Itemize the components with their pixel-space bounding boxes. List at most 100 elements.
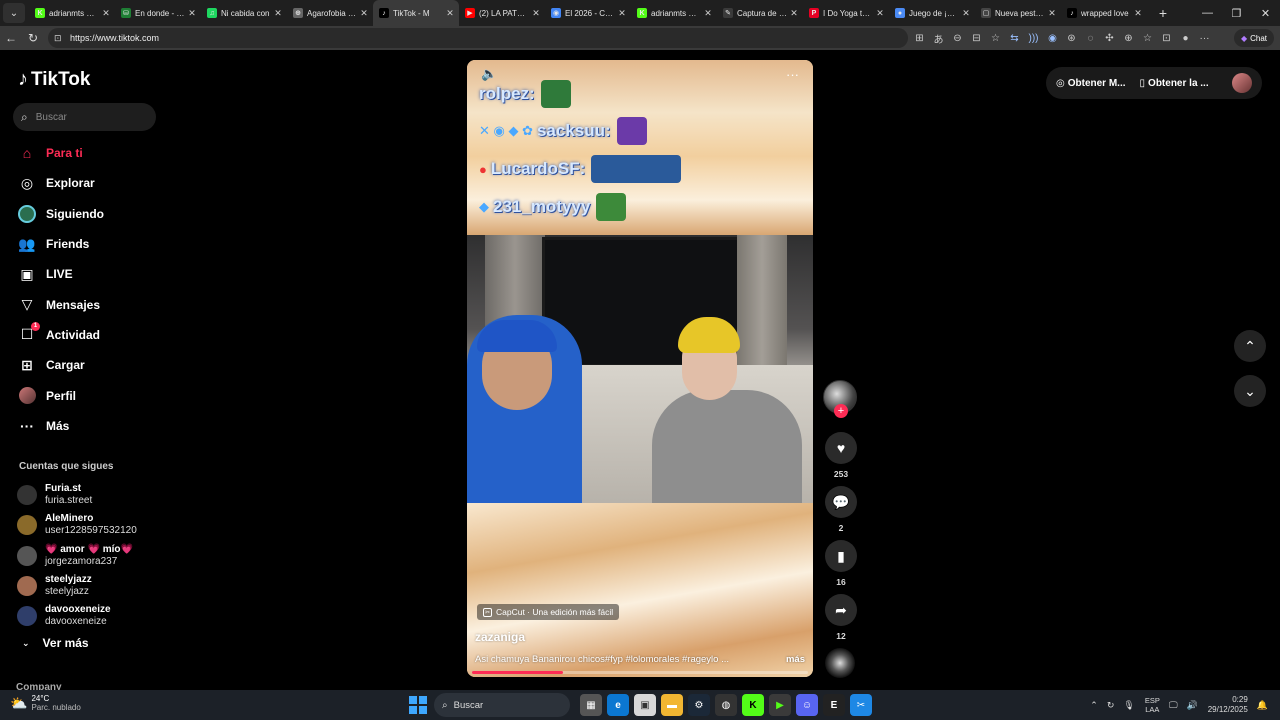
maximize-button[interactable]: ❐ xyxy=(1222,0,1251,26)
translate-icon[interactable]: あ xyxy=(929,31,948,46)
browser-tab[interactable]: Kadrianmts Stre ✕ xyxy=(631,0,717,26)
browser-tab[interactable]: ♪ TikTok - M ✕ xyxy=(373,0,459,26)
save-action[interactable]: ▮ 16 xyxy=(825,540,857,587)
get-app-button[interactable]: ▯ Obtener la ... xyxy=(1140,78,1209,89)
nav-item-home[interactable]: ⌂ Para ti xyxy=(18,138,168,168)
tab-close-icon[interactable]: ✕ xyxy=(101,8,111,19)
network-icon[interactable]: 🖵 xyxy=(1169,700,1178,711)
steam-icon[interactable]: ⚙ xyxy=(688,694,710,716)
share-action[interactable]: ➦ 12 xyxy=(825,594,857,641)
browser-tab[interactable]: ⊕ Agarofobia del ✕ xyxy=(287,0,373,26)
like-action[interactable]: ♥ 253 xyxy=(825,432,857,479)
favorite-star-icon[interactable]: ☆ xyxy=(986,33,1005,44)
address-field[interactable]: ⊡ https://www.tiktok.com xyxy=(48,28,908,48)
nav-item-profile-avatar[interactable]: Perfil xyxy=(18,380,168,410)
get-coins-button[interactable]: ◎ Obtener M... xyxy=(1056,78,1126,89)
extension-4-icon[interactable]: ⊛ xyxy=(1062,33,1081,44)
video-more-options-icon[interactable]: ··· xyxy=(786,67,799,82)
kick-icon[interactable]: K xyxy=(742,694,764,716)
microphone-icon[interactable]: 🎙 xyxy=(1123,700,1134,711)
nav-item-messages[interactable]: ▽ Mensajes xyxy=(18,289,168,319)
clock[interactable]: 0:29 29/12/2025 xyxy=(1208,695,1248,715)
edge-icon[interactable]: e xyxy=(607,694,629,716)
app-icon[interactable]: ◍ xyxy=(715,694,737,716)
browser-tab[interactable]: ♫ Ni cabida con ✕ xyxy=(201,0,287,26)
see-more-button[interactable]: ⌄ Ver más xyxy=(22,636,89,650)
zoom-icon[interactable]: ⊖ xyxy=(948,33,967,44)
weather-widget[interactable]: ⛅ 24°C Parc. nublado xyxy=(10,694,81,712)
browser-tab[interactable]: ◉ El 2026 - Collag✕ xyxy=(545,0,631,26)
settings-more-icon[interactable]: ··· xyxy=(1195,33,1214,44)
reload-button[interactable]: ↻ xyxy=(22,27,44,49)
discord-icon[interactable]: ☺ xyxy=(796,694,818,716)
collections-icon[interactable]: ☆ xyxy=(1138,33,1157,44)
favorites-icon[interactable]: ⊕ xyxy=(1119,33,1138,44)
tab-close-icon[interactable]: ✕ xyxy=(875,8,885,19)
comment-icon[interactable]: 💬 xyxy=(825,486,857,518)
follow-plus-icon[interactable]: + xyxy=(834,404,848,418)
tab-close-icon[interactable]: ✕ xyxy=(359,8,369,19)
tab-close-icon[interactable]: ✕ xyxy=(187,8,197,19)
tab-close-icon[interactable]: ✕ xyxy=(1133,8,1143,19)
snipping-tool-icon[interactable]: ✂ xyxy=(850,694,872,716)
close-window-button[interactable]: ✕ xyxy=(1251,0,1280,26)
tab-close-icon[interactable]: ✕ xyxy=(703,8,713,19)
browser-tab[interactable]: ▢ Nueva pestaña ✕ xyxy=(975,0,1061,26)
extension-2-icon[interactable]: ))) xyxy=(1024,33,1043,44)
back-button[interactable]: ← xyxy=(0,27,22,49)
tab-close-icon[interactable]: ✕ xyxy=(445,8,455,19)
task-view-icon[interactable]: ▦ xyxy=(580,694,602,716)
share-icon[interactable]: ➦ xyxy=(825,594,857,626)
following-account[interactable]: Furia.st furia.street xyxy=(17,480,167,510)
extensions-icon[interactable]: ✣ xyxy=(1100,33,1119,44)
capcut-badge[interactable]: ✂ CapCut · Una edición más fácil xyxy=(477,604,620,620)
tab-close-icon[interactable]: ✕ xyxy=(273,8,283,19)
browser-tab[interactable]: ✎ Captura de pan ✕ xyxy=(717,0,803,26)
tiktok-logo[interactable]: ♪ TikTok xyxy=(18,68,90,91)
copilot-chat-button[interactable]: ◆ Chat xyxy=(1234,29,1274,47)
following-account[interactable]: davooxeneize davooxeneize xyxy=(17,601,167,631)
browser-essentials-icon[interactable]: ⊡ xyxy=(1157,33,1176,44)
music-disc-icon[interactable] xyxy=(825,648,855,678)
extension-5-icon[interactable]: ◌ xyxy=(1081,33,1100,44)
extension-3-icon[interactable]: ◉ xyxy=(1043,33,1062,44)
profile-avatar-icon[interactable]: ● xyxy=(1176,33,1195,44)
next-video-button[interactable]: ⌄ xyxy=(1234,375,1266,407)
notifications-icon[interactable]: 🔔 xyxy=(1257,700,1268,711)
nav-item-compass[interactable]: ◎ Explorar xyxy=(18,168,168,198)
taskbar-search[interactable]: ⌕ Buscar xyxy=(434,693,570,717)
minimize-button[interactable]: — xyxy=(1193,0,1222,26)
browser-tab[interactable]: ⛁ En donde - en ✕ xyxy=(115,0,201,26)
nav-item-more[interactable]: ··· Más xyxy=(18,411,168,441)
search-input[interactable] xyxy=(33,110,134,124)
app-available-icon[interactable]: ⊟ xyxy=(967,33,986,44)
comment-action[interactable]: 💬 2 xyxy=(825,486,857,533)
volume-icon[interactable]: 🔊 xyxy=(1187,700,1198,711)
browser-tab[interactable]: ♪ wrapped love ✕ xyxy=(1061,0,1147,26)
browser-tab[interactable]: Kadrianmts Stre ✕ xyxy=(29,0,115,26)
previous-video-button[interactable]: ⌃ xyxy=(1234,330,1266,362)
browser-tab[interactable]: ▶ (2) LA PATRULL✕ xyxy=(459,0,545,26)
nav-item-live[interactable]: ▣ LIVE xyxy=(18,259,168,289)
input-language[interactable]: ESP LAA xyxy=(1145,696,1160,714)
browser-tab[interactable]: P I Do Yoga to Ki ✕ xyxy=(803,0,889,26)
volume-icon[interactable]: 🔈 xyxy=(481,66,497,82)
app-green-icon[interactable]: ▶ xyxy=(769,694,791,716)
new-tab-button[interactable]: + xyxy=(1153,5,1173,21)
tab-actions-menu-button[interactable]: ⌄ xyxy=(3,3,25,23)
video-player[interactable]: rolpez: ✕ ◉ ◆ ✿ sacksuu: ● LucardoSF: ◆ … xyxy=(467,60,813,677)
search-box[interactable]: ⌕ xyxy=(13,103,156,131)
store-icon[interactable]: ▣ xyxy=(634,694,656,716)
browser-tab[interactable]: ● Juego de ¡Basta✕ xyxy=(889,0,975,26)
tab-close-icon[interactable]: ✕ xyxy=(961,8,971,19)
bookmark-icon[interactable]: ▮ xyxy=(825,540,857,572)
nav-item-activity[interactable]: ☐ 1 Actividad xyxy=(18,320,168,350)
caption-more-link[interactable]: más xyxy=(786,654,805,665)
nav-item-following-avatar[interactable]: Siguiendo xyxy=(18,199,168,229)
file-explorer-icon[interactable]: ▬ xyxy=(661,694,683,716)
epic-games-icon[interactable]: E xyxy=(823,694,845,716)
following-account[interactable]: AleMinero user1228597532120 xyxy=(17,510,167,540)
nav-item-friends[interactable]: 👥 Friends xyxy=(18,229,168,259)
site-info-icon[interactable]: ⊡ xyxy=(54,33,66,44)
sync-icon[interactable]: ↻ xyxy=(1107,700,1115,711)
